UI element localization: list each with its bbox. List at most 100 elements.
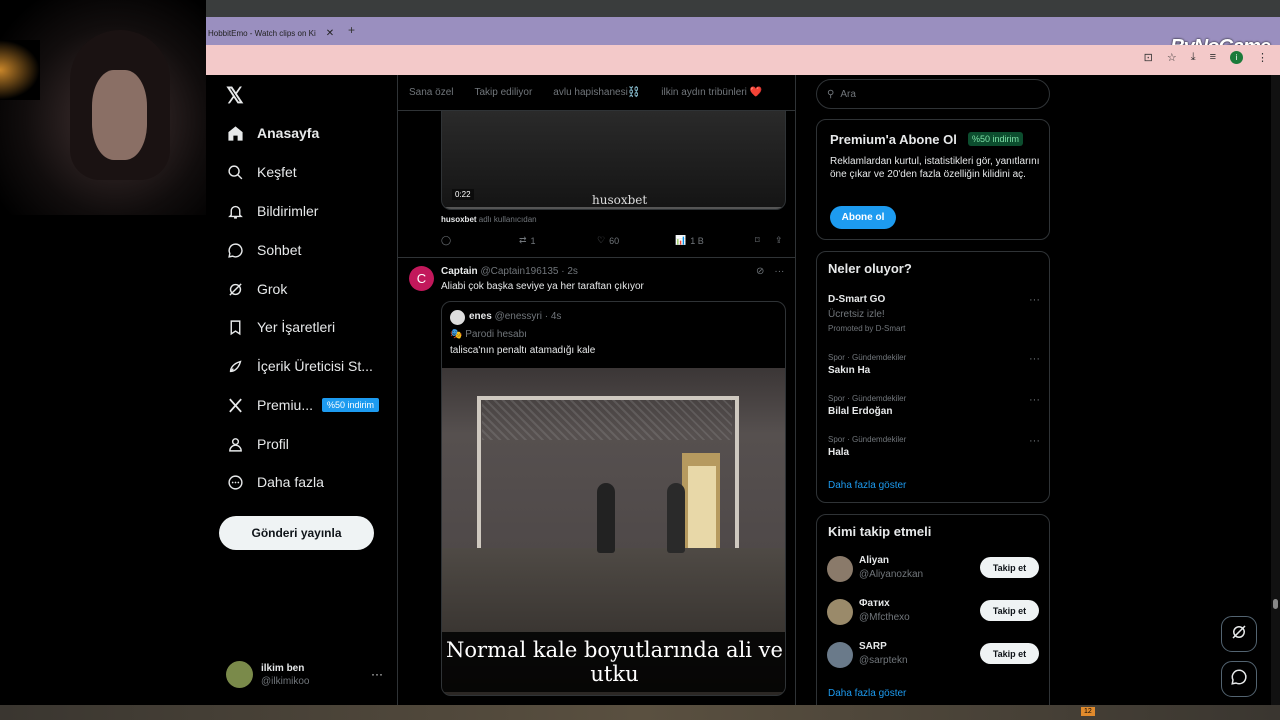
tab-title: HobbitEmo - Watch clips on Ki	[208, 28, 316, 38]
avatar	[827, 599, 853, 625]
premium-text: Reklamlardan kurtul, istatistikleri gör,…	[830, 156, 1040, 180]
tab-bar: HobbitEmo - Watch clips on Ki ✕ + ByNoGa…	[206, 17, 1280, 58]
share-icon: ⇪	[775, 235, 783, 245]
quote-text: talisca'nın penaltı atamadığı kale	[450, 345, 596, 356]
browser-tab[interactable]: HobbitEmo - Watch clips on Ki ✕	[206, 21, 344, 45]
nav-label: Profil	[257, 436, 289, 452]
follow-handle: @Mfcthexo	[859, 612, 910, 623]
like-count: 60	[609, 235, 620, 246]
trends-show-more-link[interactable]: Daha fazla göster	[828, 480, 906, 491]
stream-top-strip	[206, 0, 1280, 17]
retweet-icon: ⇄	[519, 235, 527, 245]
retweet-button[interactable]: ⇄ 1	[519, 235, 597, 246]
follow-button[interactable]: Takip et	[980, 557, 1039, 578]
account-handle: @ilkimikoo	[261, 675, 310, 687]
follow-show-more-link[interactable]: Daha fazla göster	[828, 688, 906, 699]
avatar[interactable]: C	[409, 266, 434, 291]
follow-title: Kimi takip etmeli	[828, 524, 932, 539]
quote-author-name: enes	[469, 311, 492, 322]
account-switcher[interactable]: ilkim ben @ilkimikoo ···	[226, 661, 383, 688]
nav-home[interactable]: Anasayfa	[226, 118, 319, 148]
nav-label: İçerik Üreticisi St...	[257, 358, 373, 374]
nav-chat[interactable]: Sohbet	[226, 235, 301, 265]
post-author-name[interactable]: Captain	[441, 266, 478, 277]
follow-suggestion[interactable]: SARP @sarptekn Takip et	[827, 640, 1039, 670]
page-scrollbar[interactable]	[1271, 75, 1280, 720]
quote-author-meta: @enessyri · 4s	[494, 311, 562, 322]
nav-notifications[interactable]: Bildirimler	[226, 196, 318, 226]
trend-more-icon[interactable]: ···	[1029, 394, 1040, 406]
profile-avatar[interactable]: i	[1230, 51, 1243, 64]
nav-creator-studio[interactable]: İçerik Üreticisi St...	[226, 351, 373, 381]
grok-icon	[226, 280, 244, 298]
grok-fab-button[interactable]	[1221, 616, 1257, 652]
scrollbar-thumb[interactable]	[1273, 599, 1278, 609]
trend-more-icon[interactable]: ···	[1029, 294, 1040, 306]
video-player[interactable]: 0:22 husoxbet	[441, 111, 786, 210]
follow-suggestion[interactable]: Фатих @Mfcthexo Takip et	[827, 597, 1039, 627]
trend-item[interactable]: Spor · Gündemdekiler Sakın Ha ···	[828, 353, 1040, 376]
post-more-icon[interactable]: ···	[774, 266, 784, 277]
new-tab-button[interactable]: +	[348, 23, 355, 37]
video-source-user[interactable]: husoxbet	[441, 215, 477, 224]
install-icon[interactable]: ⊡	[1144, 51, 1153, 64]
quoted-post[interactable]: enes @enessyri · 4s 🎭 Parodi hesabı tali…	[441, 301, 786, 696]
trend-more-icon[interactable]: ···	[1029, 353, 1040, 365]
tab-list-ilkin[interactable]: ilkin aydın tribünleri ❤️	[661, 87, 762, 98]
quote-header: enes @enessyri · 4s	[469, 311, 561, 322]
trend-item[interactable]: Spor · Gündemdekiler Bilal Erdoğan ···	[828, 394, 1040, 417]
tab-following[interactable]: Takip ediliyor	[474, 87, 532, 98]
media-icon[interactable]: ≡	[1210, 51, 1216, 64]
follow-suggestion[interactable]: Aliyan @Aliyanozkan Takip et	[827, 554, 1039, 584]
like-button[interactable]: ♡ 60	[597, 235, 675, 246]
address-bar: ⊡ ☆ ⤓ ≡ i ⋮	[206, 45, 1280, 75]
divider	[398, 257, 795, 258]
trend-more-icon[interactable]: ···	[1029, 435, 1040, 447]
webcam-feed	[0, 0, 206, 215]
share-button[interactable]: ⇪	[775, 235, 783, 246]
tab-close-icon[interactable]: ✕	[326, 28, 334, 39]
x-logo-icon[interactable]: 𝕏	[226, 83, 244, 109]
messages-fab-button[interactable]	[1221, 661, 1257, 697]
trend-title: D-Smart GO	[828, 294, 886, 305]
trend-category: Spor · Gündemdekiler	[828, 394, 907, 403]
follow-button[interactable]: Takip et	[980, 643, 1039, 664]
search-input[interactable]: ⚲ Ara	[816, 79, 1050, 109]
nav-explore[interactable]: Keşfet	[226, 157, 297, 187]
reply-button[interactable]: ◯	[441, 235, 519, 246]
bookmark-button[interactable]: ⌑	[755, 235, 775, 246]
download-icon[interactable]: ⤓	[1191, 51, 1196, 64]
premium-card: Premium'a Abone Ol %50 indirim Reklamlar…	[816, 119, 1050, 240]
nav-bookmarks[interactable]: Yer İşaretleri	[226, 312, 335, 342]
subscribe-button[interactable]: Abone ol	[830, 206, 896, 229]
views-button[interactable]: 📊 1 B	[675, 235, 755, 246]
menu-icon[interactable]: ⋮	[1257, 51, 1268, 64]
reply-icon: ◯	[441, 235, 452, 245]
bell-icon	[226, 202, 244, 220]
promoted-trend[interactable]: D-Smart GO Ücretsiz izle! Promoted by D-…	[828, 294, 1040, 333]
bookmark-star-icon[interactable]: ☆	[1167, 51, 1177, 64]
follow-button[interactable]: Takip et	[980, 600, 1039, 621]
video-progress[interactable]	[442, 207, 785, 209]
nav-label: Bildirimler	[257, 203, 319, 219]
nav-profile[interactable]: Profil	[226, 429, 289, 459]
grok-icon[interactable]: ⊘	[756, 266, 764, 277]
tab-for-you[interactable]: Sana özel	[409, 87, 453, 98]
follow-handle: @sarptekn	[859, 655, 908, 666]
nav-more[interactable]: Daha fazla	[226, 467, 324, 497]
rocket-icon	[226, 357, 244, 375]
heart-icon: ♡	[597, 235, 606, 245]
post-text: Aliabi çok başka seviye ya her taraftan …	[441, 281, 644, 292]
nav-label: Keşfet	[257, 164, 297, 180]
account-more-icon[interactable]: ···	[371, 667, 383, 681]
nav-label: Daha fazla	[257, 474, 324, 490]
post-button[interactable]: Gönderi yayınla	[219, 516, 374, 550]
tab-list-avlu[interactable]: avlu hapishanesi⛓️	[553, 87, 640, 98]
quote-image[interactable]: Normal kale boyutlarında ali ve utku	[442, 368, 785, 695]
nav-premium[interactable]: Premiu... %50 indirim	[226, 390, 380, 420]
search-placeholder: Ara	[840, 88, 856, 100]
trend-item[interactable]: Spor · Gündemdekiler Hala ···	[828, 435, 1040, 458]
nav-grok[interactable]: Grok	[226, 274, 287, 304]
post-author-meta: @Captain196135 · 2s	[480, 266, 578, 277]
follow-name: Aliyan	[859, 555, 890, 566]
